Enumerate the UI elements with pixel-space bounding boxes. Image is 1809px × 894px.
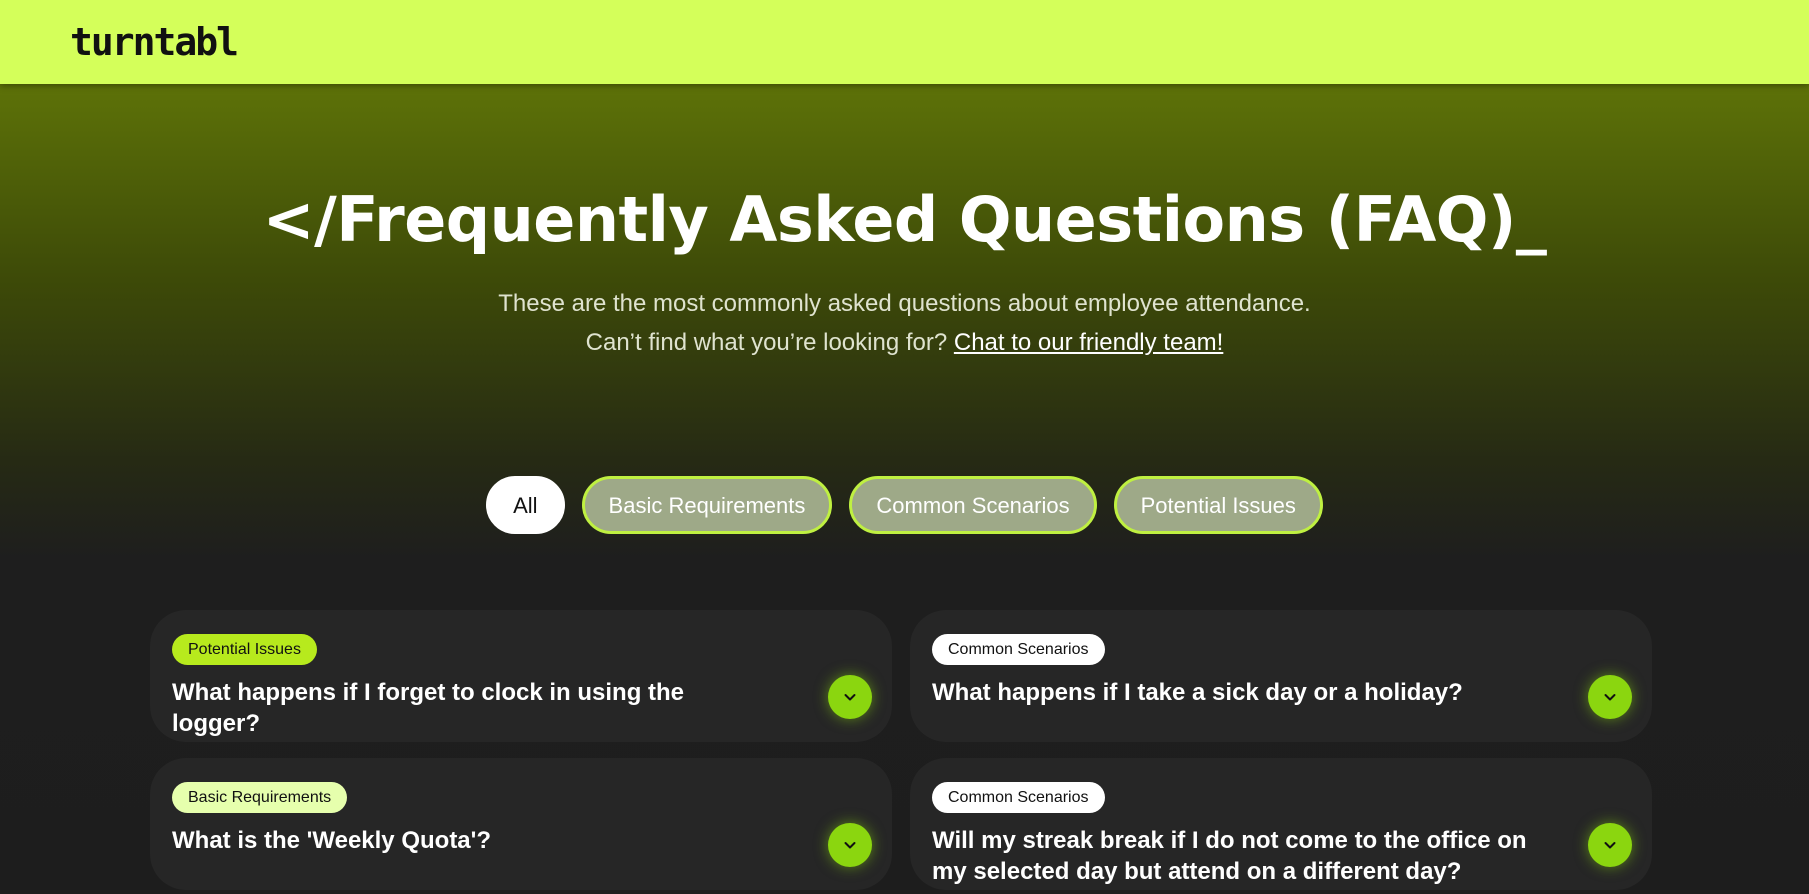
chevron-down-icon [844,842,856,849]
expand-button[interactable] [1588,823,1632,867]
filter-all[interactable]: All [486,476,565,534]
category-tag: Basic Requirements [172,782,348,813]
faq-list: Potential Issues What happens if I forge… [150,610,1652,890]
logo[interactable]: turntabl [70,18,239,66]
faq-question: What happens if I take a sick day or a h… [932,679,1463,706]
hero-section: </Frequently Asked Questions (FAQ)_ Thes… [0,180,1809,362]
faq-card[interactable]: Basic Requirements What is the 'Weekly Q… [150,758,892,890]
category-tag: Potential Issues [172,634,317,665]
faq-question: What is the 'Weekly Quota'? [172,827,492,854]
expand-button[interactable] [828,823,872,867]
expand-button[interactable] [828,675,872,719]
faq-card[interactable]: Common Scenarios What happens if I take … [910,610,1652,742]
chat-team-link[interactable]: Chat to our friendly team! [954,329,1223,356]
filter-potential-issues[interactable]: Potential Issues [1113,476,1323,534]
faq-question: Will my streak break if I do not come to… [932,827,1527,885]
faq-question: What happens if I forget to clock in usi… [172,679,685,737]
filter-basic-requirements[interactable]: Basic Requirements [581,476,833,534]
filter-common-scenarios[interactable]: Common Scenarios [849,476,1097,534]
chevron-down-icon [1604,842,1616,849]
page-title: </Frequently Asked Questions (FAQ)_ [262,183,1547,256]
expand-button[interactable] [1588,675,1632,719]
chevron-down-icon [844,694,856,701]
category-tag: Common Scenarios [932,634,1105,665]
subtitle-line-2: Can’t find what you’re looking for? Chat… [0,323,1809,362]
page: turntabl </Frequently Asked Questions (F… [0,0,1809,894]
category-tag: Common Scenarios [932,782,1105,813]
chevron-down-icon [1604,694,1616,701]
subtitle-line-1: These are the most commonly asked questi… [498,290,1311,317]
hero-subtitle: These are the most commonly asked questi… [0,284,1809,362]
top-navbar: turntabl [0,0,1809,84]
subtitle-line-2-text: Can’t find what you’re looking for? [585,329,954,356]
faq-card[interactable]: Potential Issues What happens if I forge… [150,610,892,742]
faq-filter-bar: All Basic Requirements Common Scenarios … [0,476,1809,534]
faq-card[interactable]: Common Scenarios Will my streak break if… [910,758,1652,890]
